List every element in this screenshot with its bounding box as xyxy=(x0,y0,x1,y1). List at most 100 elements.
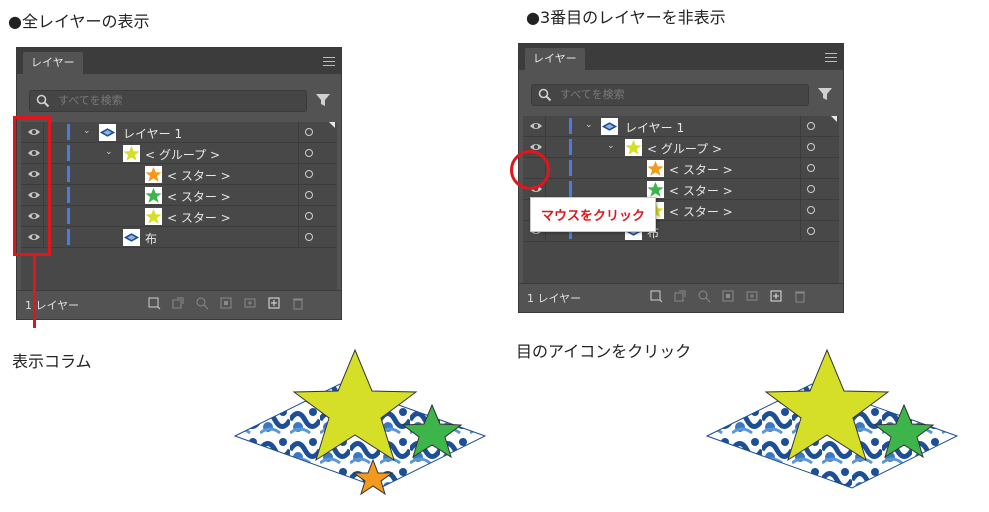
expand-chevron-icon[interactable]: ⌄ xyxy=(607,141,615,151)
target-circle-icon[interactable] xyxy=(305,149,313,157)
click-tooltip: マウスをクリック xyxy=(530,197,657,232)
expand-chevron-icon[interactable]: ⌄ xyxy=(585,120,593,130)
new-sublayer-icon[interactable] xyxy=(745,289,759,303)
layers-panel-right: レイヤー すべてを検索 ⌄ レイヤー 1 ⌄ < グループ > < スター > … xyxy=(518,43,844,313)
layer-row-cloth[interactable]: 布 xyxy=(21,227,337,248)
panel-menu-icon[interactable] xyxy=(323,54,335,68)
layer-row-layer1[interactable]: ⌄ レイヤー 1 xyxy=(523,116,839,137)
eye-click-label: 目のアイコンをクリック xyxy=(516,342,692,361)
target-circle-icon[interactable] xyxy=(305,212,313,220)
click-target-highlight xyxy=(510,150,550,190)
search-layers-icon[interactable] xyxy=(697,289,711,303)
layer-row-star-yellow[interactable]: < スター > xyxy=(21,206,337,227)
layer-row-star-orange[interactable]: < スター > xyxy=(523,158,839,179)
left-caption: ●全レイヤーの表示 xyxy=(8,12,150,31)
layer-list: ⌄ レイヤー 1 ⌄ < グループ > < スター > < スター > < スタ… xyxy=(21,122,337,310)
layer-thumbnail xyxy=(601,118,618,135)
layer-name: < スター > xyxy=(669,163,733,177)
panel-footer: 1 レイヤー xyxy=(17,290,341,319)
star-thumbnail xyxy=(647,160,664,177)
new-sublayer-icon[interactable] xyxy=(243,296,257,310)
search-input[interactable]: すべてを検索 xyxy=(29,90,307,112)
layer-name: < スター > xyxy=(669,184,733,198)
panel-footer: 1 レイヤー xyxy=(519,283,843,312)
layer-name: < スター > xyxy=(167,169,231,183)
clipping-mask-icon[interactable] xyxy=(673,289,687,303)
right-caption: ●3番目のレイヤーを非表示 xyxy=(526,8,726,27)
panel-menu-icon[interactable] xyxy=(825,50,837,64)
layer-color-bar xyxy=(67,124,70,140)
layer-count: 1 レイヤー xyxy=(527,292,582,305)
visibility-column-label: 表示コラム xyxy=(12,352,92,371)
group-thumbnail xyxy=(123,145,140,162)
target-circle-icon[interactable] xyxy=(807,206,815,214)
layer-color-bar xyxy=(67,208,70,224)
search-icon xyxy=(36,94,50,108)
locate-object-icon[interactable] xyxy=(147,296,161,310)
artwork-all-visible xyxy=(233,348,487,496)
star-thumbnail xyxy=(145,187,162,204)
locate-object-icon[interactable] xyxy=(649,289,663,303)
star-thumbnail xyxy=(647,181,664,198)
search-layers-icon[interactable] xyxy=(195,296,209,310)
layer-row-group[interactable]: ⌄ < グループ > xyxy=(523,137,839,158)
delete-icon[interactable] xyxy=(793,289,807,303)
layer-color-bar xyxy=(569,160,572,176)
layer-color-bar xyxy=(67,229,70,245)
panel-header: レイヤー xyxy=(519,44,843,70)
layer-color-bar xyxy=(569,139,572,155)
filter-icon[interactable] xyxy=(817,86,833,102)
target-circle-icon[interactable] xyxy=(807,227,815,235)
delete-icon[interactable] xyxy=(291,296,305,310)
layer-row-layer1[interactable]: ⌄ レイヤー 1 xyxy=(21,122,337,143)
layer-row-star-green[interactable]: < スター > xyxy=(21,185,337,206)
search-placeholder: すべてを検索 xyxy=(58,94,123,107)
layers-tab[interactable]: レイヤー xyxy=(525,48,585,70)
target-circle-icon[interactable] xyxy=(807,122,815,130)
target-circle-icon[interactable] xyxy=(807,164,815,172)
star-thumbnail xyxy=(145,208,162,225)
layer-name: < スター > xyxy=(167,190,231,204)
layer-color-bar xyxy=(569,118,572,134)
layer-name: < グループ > xyxy=(647,142,723,156)
layer-name: < グループ > xyxy=(145,148,221,162)
search-icon xyxy=(538,88,552,102)
layer-thumbnail xyxy=(99,124,116,141)
layer-row-star-orange[interactable]: < スター > xyxy=(21,164,337,185)
callout-line xyxy=(33,256,36,328)
new-layer-icon[interactable] xyxy=(769,289,783,303)
layers-panel-left: レイヤー すべてを検索 ⌄ レイヤー 1 ⌄ < グループ > < スター > … xyxy=(16,47,342,320)
collect-export-icon[interactable] xyxy=(721,289,735,303)
layer-row-group[interactable]: ⌄ < グループ > xyxy=(21,143,337,164)
target-circle-icon[interactable] xyxy=(305,170,313,178)
layer-color-bar xyxy=(67,187,70,203)
expand-chevron-icon[interactable]: ⌄ xyxy=(105,147,113,157)
layer-color-bar xyxy=(569,181,572,197)
target-circle-icon[interactable] xyxy=(807,143,815,151)
target-circle-icon[interactable] xyxy=(305,233,313,241)
artwork-star-hidden xyxy=(705,348,959,489)
star-thumbnail xyxy=(145,166,162,183)
clipping-mask-icon[interactable] xyxy=(171,296,185,310)
filter-icon[interactable] xyxy=(315,92,331,108)
layer-name: < スター > xyxy=(167,211,231,225)
eye-icon[interactable] xyxy=(529,119,543,133)
layer-name: < スター > xyxy=(669,205,733,219)
cloth-thumbnail xyxy=(123,229,140,246)
layer-name: レイヤー 1 xyxy=(625,121,685,135)
new-layer-icon[interactable] xyxy=(267,296,281,310)
visibility-column-highlight xyxy=(13,116,51,256)
group-thumbnail xyxy=(625,139,642,156)
layer-name: 布 xyxy=(145,232,158,246)
target-circle-icon[interactable] xyxy=(305,128,313,136)
panel-header: レイヤー xyxy=(17,48,341,74)
collect-export-icon[interactable] xyxy=(219,296,233,310)
search-input[interactable]: すべてを検索 xyxy=(531,84,809,106)
target-circle-icon[interactable] xyxy=(305,191,313,199)
layer-color-bar xyxy=(67,166,70,182)
target-circle-icon[interactable] xyxy=(807,185,815,193)
layers-tab[interactable]: レイヤー xyxy=(23,52,83,74)
layer-name: レイヤー 1 xyxy=(123,127,183,141)
layer-color-bar xyxy=(67,145,70,161)
expand-chevron-icon[interactable]: ⌄ xyxy=(83,126,91,136)
